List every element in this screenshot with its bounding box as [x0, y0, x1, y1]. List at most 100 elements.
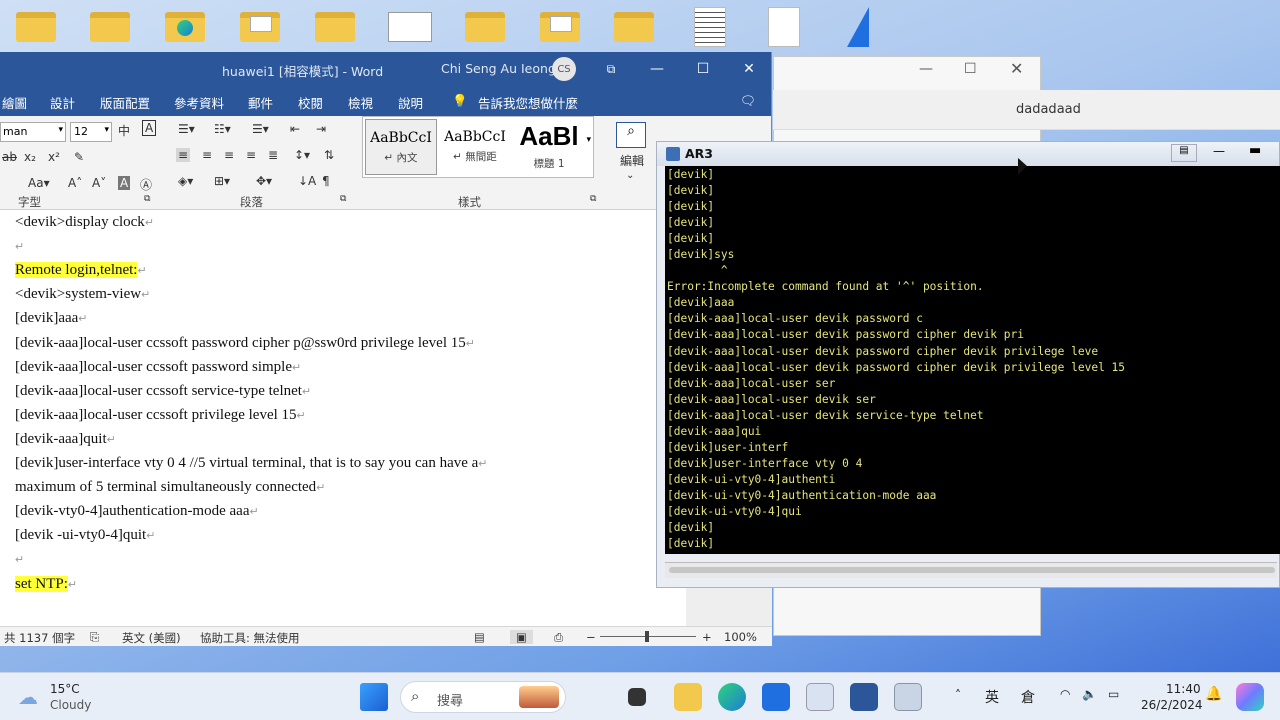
align-right-icon[interactable]: ≡ [224, 148, 234, 162]
chevron-down-icon[interactable]: ▾ [586, 135, 591, 145]
distributed-icon[interactable]: ≣ [268, 148, 278, 162]
ar3-terminal-window[interactable]: AR3 ▤ — ▬ [devik] [devik] [devik] [devik] [d… [656, 141, 1280, 588]
tab-help[interactable]: 說明 [398, 93, 423, 112]
style-no-spacing[interactable]: AaBbCcI ↵ 無間距 [439, 119, 511, 175]
copilot-icon[interactable] [1236, 683, 1264, 711]
grow-font-icon[interactable]: A˄ [68, 176, 82, 190]
enclose-char-icon[interactable]: Ⓐ [140, 176, 152, 193]
scrollbar-thumb[interactable] [669, 567, 1275, 573]
zoom-thumb[interactable] [645, 631, 649, 642]
tell-me-box[interactable]: 告訴我您想做什麼 [478, 93, 578, 112]
word-titlebar[interactable]: huawei1 [相容模式] - Word Chi Seng Au Ieong … [0, 52, 771, 86]
numbering-icon[interactable]: ☷▾ [214, 122, 231, 136]
proofing-icon[interactable]: ⎘ [90, 630, 99, 645]
char-border-icon[interactable]: A [142, 120, 157, 136]
ar3-titlebar[interactable]: AR3 ▤ — ▬ [657, 142, 1279, 166]
ime-mode[interactable]: 英 [985, 687, 999, 707]
char-shading-icon[interactable]: A [118, 176, 131, 190]
folder-icon[interactable] [88, 6, 132, 48]
notification-bell-icon[interactable]: 🔔 [1205, 686, 1222, 702]
tab-references[interactable]: 參考資料 [174, 93, 224, 112]
wifi-icon[interactable]: ◠ [1060, 687, 1070, 701]
folder-edge-icon[interactable] [163, 6, 207, 48]
store-icon[interactable] [762, 683, 790, 711]
tab-view[interactable]: 檢視 [348, 93, 373, 112]
search-icon[interactable]: ⌕ [616, 122, 646, 148]
window-thumbnail-icon[interactable] [388, 6, 432, 48]
web-layout-icon[interactable]: ⎙ [554, 630, 563, 645]
increase-indent-icon[interactable]: ⇥ [316, 122, 326, 136]
word-icon[interactable] [850, 683, 878, 711]
ime-cangjie[interactable]: 倉 [1021, 687, 1035, 707]
folder-icon[interactable] [14, 6, 58, 48]
minimize-icon[interactable]: — [919, 61, 933, 77]
justify-icon[interactable]: ≡ [246, 148, 256, 162]
language-status[interactable]: 英文 (美國) [122, 630, 181, 646]
line-spacing-icon[interactable]: ↕▾ [294, 148, 310, 162]
folder-icon[interactable] [612, 6, 656, 48]
close-icon[interactable]: ✕ [736, 57, 762, 81]
battery-icon[interactable]: ▭ [1108, 687, 1119, 701]
decrease-indent-icon[interactable]: ⇤ [290, 122, 300, 136]
maximize-icon[interactable]: ☐ [964, 61, 977, 77]
borders-icon[interactable]: ⊞▾ [214, 174, 230, 188]
edge-icon[interactable] [718, 683, 746, 711]
ensp-icon[interactable] [806, 683, 834, 711]
strikethrough-icon[interactable]: ab [2, 150, 17, 164]
maximize-icon[interactable]: ▬ [1249, 143, 1261, 158]
clock-time[interactable]: 11:40 [1166, 682, 1201, 696]
text-direction-icon[interactable]: ✥▾ [256, 174, 272, 188]
document-icon[interactable] [688, 6, 732, 48]
zoom-in-icon[interactable]: + [702, 630, 712, 644]
subscript-icon[interactable]: x₂ [24, 150, 36, 164]
font-case-icon[interactable]: Aa▾ [28, 176, 50, 190]
editing-button[interactable]: 編輯 [620, 152, 644, 169]
sort-icon[interactable]: ⇅ [324, 148, 334, 162]
bullets-icon[interactable]: ☰▾ [178, 122, 195, 136]
volume-icon[interactable]: 🔈 [1082, 687, 1097, 701]
phonetic-icon[interactable]: 中 [118, 122, 130, 139]
zoom-level[interactable]: 100% [724, 630, 757, 644]
accessibility-status[interactable]: 協助工具: 無法使用 [200, 630, 300, 646]
network-tool-icon[interactable] [894, 683, 922, 711]
maximize-icon[interactable]: ☐ [690, 57, 716, 81]
clock-date[interactable]: 26/2/2024 [1141, 698, 1203, 712]
start-icon[interactable] [360, 683, 388, 711]
terminal-output[interactable]: [devik] [devik] [devik] [devik] [devik] [devi… [665, 166, 1280, 554]
folder-doc-icon[interactable] [538, 6, 582, 48]
folder-doc-icon[interactable] [238, 6, 282, 48]
show-marks-icon[interactable]: ¶ [322, 174, 330, 188]
read-mode-icon[interactable]: ▤ [474, 630, 485, 644]
tab-review[interactable]: 校閱 [298, 93, 323, 112]
weather-temp[interactable]: 15°C [50, 682, 80, 696]
clear-format-icon[interactable]: ✎ [74, 150, 84, 164]
shark-shortcut-icon[interactable] [836, 6, 880, 48]
align-left-icon[interactable]: ≡ [176, 148, 191, 162]
folder-icon[interactable] [313, 6, 357, 48]
avatar[interactable]: CS [552, 57, 576, 81]
minimize-icon[interactable]: — [1213, 144, 1225, 158]
tab-layout[interactable]: 版面配置 [100, 93, 150, 112]
search-box[interactable]: ⌕ 搜尋 [400, 681, 566, 713]
document-page[interactable]: <devik>display clock↵ ↵ Remote login,telne… [0, 210, 686, 626]
dialog-launcher-icon[interactable]: ⧉ [340, 194, 346, 204]
align-center-icon[interactable]: ≡ [202, 148, 212, 162]
file-explorer-icon[interactable] [674, 683, 702, 711]
horizontal-scrollbar[interactable] [665, 562, 1277, 578]
minimize-icon[interactable]: — [644, 57, 670, 81]
multilevel-list-icon[interactable]: ☰▾ [252, 122, 269, 136]
word-count[interactable]: 共 1137 個字 [4, 630, 75, 646]
tab-mailings[interactable]: 郵件 [248, 93, 273, 112]
close-icon[interactable]: ✕ [1010, 59, 1023, 78]
restore-icon[interactable]: ▤ [1171, 144, 1197, 162]
dialog-launcher-icon[interactable]: ⧉ [590, 194, 596, 204]
tab-draw[interactable]: 繪圖 [2, 93, 27, 112]
folder-icon[interactable] [463, 6, 507, 48]
zoom-out-icon[interactable]: − [586, 630, 596, 644]
paper-icon[interactable] [762, 6, 806, 48]
superscript-icon[interactable]: x² [48, 150, 60, 164]
tab-design[interactable]: 設計 [50, 93, 75, 112]
print-layout-icon[interactable]: ▣ [510, 630, 533, 644]
style-normal[interactable]: AaBbCcI ↵ 內文 [365, 119, 437, 175]
sort-chinese-icon[interactable]: ↓A [298, 174, 316, 188]
